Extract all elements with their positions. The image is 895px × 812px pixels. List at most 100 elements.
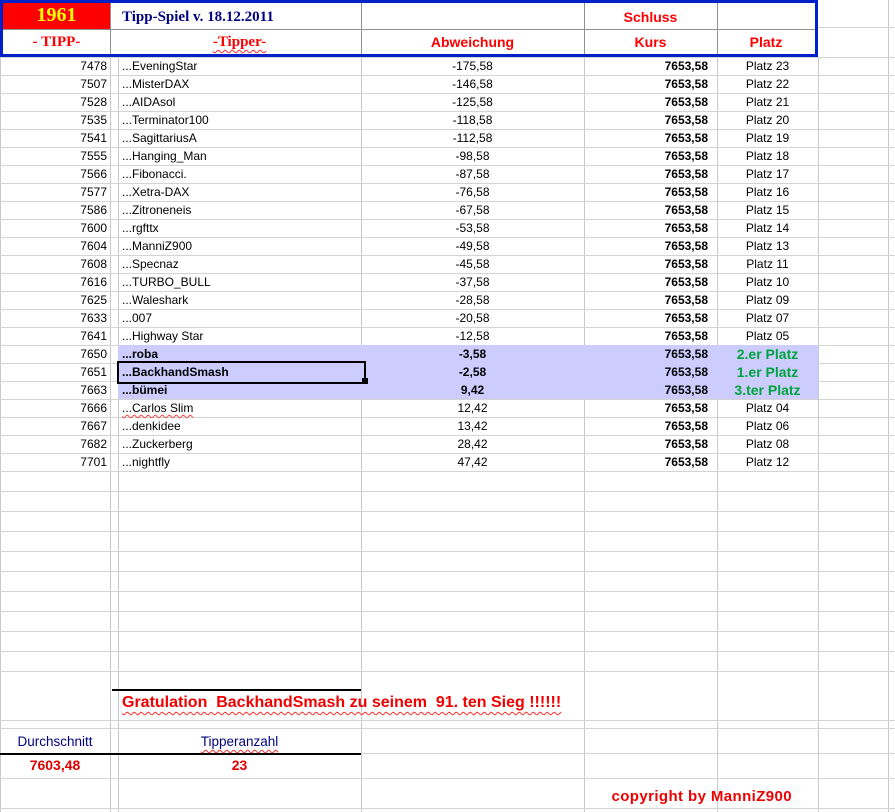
abweichung-cell[interactable]: -125,58 (361, 93, 584, 111)
tipper-cell[interactable]: ...Highway Star (122, 327, 360, 345)
abweichung-cell[interactable]: 47,42 (361, 453, 584, 471)
abweichung-cell[interactable]: 13,42 (361, 417, 584, 435)
abweichung-cell[interactable]: -76,58 (361, 183, 584, 201)
platz-cell[interactable]: Platz 14 (717, 219, 818, 237)
column-header-kurs[interactable]: Kurs (584, 30, 717, 54)
abweichung-cell[interactable]: -45,58 (361, 255, 584, 273)
average-label[interactable]: Durchschnitt (0, 731, 110, 753)
tipper-cell[interactable]: ...007 (122, 309, 360, 327)
tipper-cell[interactable]: ...AIDAsol (122, 93, 360, 111)
abweichung-cell[interactable]: -67,58 (361, 201, 584, 219)
game-number-cell[interactable]: 1961 (3, 3, 110, 29)
kurs-cell[interactable]: 7653,58 (584, 255, 708, 273)
tipp-cell[interactable]: 7566 (0, 165, 107, 183)
platz-cell[interactable]: Platz 23 (717, 57, 818, 75)
kurs-cell[interactable]: 7653,58 (584, 291, 708, 309)
kurs-cell[interactable]: 7653,58 (584, 417, 708, 435)
tipp-cell[interactable]: 7701 (0, 453, 107, 471)
tipper-cell[interactable]: ...EveningStar (122, 57, 360, 75)
kurs-cell[interactable]: 7653,58 (584, 381, 708, 399)
tipp-cell[interactable]: 7577 (0, 183, 107, 201)
kurs-cell[interactable]: 7653,58 (584, 129, 708, 147)
platz-cell[interactable]: Platz 19 (717, 129, 818, 147)
tipp-cell[interactable]: 7586 (0, 201, 107, 219)
tipper-cell[interactable]: ...TURBO_BULL (122, 273, 360, 291)
kurs-cell[interactable]: 7653,58 (584, 75, 708, 93)
kurs-cell[interactable]: 7653,58 (584, 219, 708, 237)
tipper-cell[interactable]: ...Hanging_Man (122, 147, 360, 165)
tipp-cell[interactable]: 7625 (0, 291, 107, 309)
tipper-cell[interactable]: ...Zuckerberg (122, 435, 360, 453)
tipp-cell[interactable]: 7507 (0, 75, 107, 93)
abweichung-cell[interactable]: -112,58 (361, 129, 584, 147)
platz-cell[interactable]: Platz 08 (717, 435, 818, 453)
platz-cell[interactable]: Platz 04 (717, 399, 818, 417)
tipper-cell[interactable]: ...Waleshark (122, 291, 360, 309)
kurs-cell[interactable]: 7653,58 (584, 453, 708, 471)
tipp-cell[interactable]: 7666 (0, 399, 107, 417)
platz-cell[interactable]: Platz 17 (717, 165, 818, 183)
kurs-cell[interactable]: 7653,58 (584, 93, 708, 111)
platz-cell[interactable]: 1.er Platz (717, 363, 818, 381)
game-title[interactable]: Tipp-Spiel v. 18.12.2011 (122, 6, 422, 29)
tipp-cell[interactable]: 7541 (0, 129, 107, 147)
column-header-platz[interactable]: Platz (717, 30, 815, 54)
abweichung-cell[interactable]: -20,58 (361, 309, 584, 327)
tipp-cell[interactable]: 7608 (0, 255, 107, 273)
kurs-cell[interactable]: 7653,58 (584, 273, 708, 291)
column-header-tipp[interactable]: - TIPP- (3, 30, 110, 54)
platz-cell[interactable]: Platz 12 (717, 453, 818, 471)
platz-cell[interactable]: Platz 09 (717, 291, 818, 309)
tipp-cell[interactable]: 7535 (0, 111, 107, 129)
kurs-cell[interactable]: 7653,58 (584, 363, 708, 381)
tipper-cell[interactable]: ...Zitroneneis (122, 201, 360, 219)
abweichung-cell[interactable]: -37,58 (361, 273, 584, 291)
abweichung-cell[interactable]: -28,58 (361, 291, 584, 309)
platz-cell[interactable]: 2.er Platz (717, 345, 818, 363)
tipp-cell[interactable]: 7682 (0, 435, 107, 453)
tipp-cell[interactable]: 7528 (0, 93, 107, 111)
platz-cell[interactable]: Platz 06 (717, 417, 818, 435)
tipp-cell[interactable]: 7555 (0, 147, 107, 165)
tipp-cell[interactable]: 7633 (0, 309, 107, 327)
tipp-cell[interactable]: 7616 (0, 273, 107, 291)
platz-cell[interactable]: Platz 21 (717, 93, 818, 111)
kurs-cell[interactable]: 7653,58 (584, 327, 708, 345)
tipp-cell[interactable]: 7604 (0, 237, 107, 255)
platz-cell[interactable]: Platz 15 (717, 201, 818, 219)
tipp-cell[interactable]: 7651 (0, 363, 107, 381)
abweichung-cell[interactable]: 28,42 (361, 435, 584, 453)
kurs-cell[interactable]: 7653,58 (584, 399, 708, 417)
fill-handle[interactable] (362, 378, 368, 384)
platz-cell[interactable]: Platz 16 (717, 183, 818, 201)
kurs-cell[interactable]: 7653,58 (584, 111, 708, 129)
tipp-cell[interactable]: 7663 (0, 381, 107, 399)
kurs-cell[interactable]: 7653,58 (584, 183, 708, 201)
abweichung-cell[interactable]: -146,58 (361, 75, 584, 93)
tipper-cell[interactable]: ...Terminator100 (122, 111, 360, 129)
average-value[interactable]: 7603,48 (0, 756, 110, 774)
tipper-cell[interactable]: ...Xetra-DAX (122, 183, 360, 201)
tipper-count-label[interactable]: Tipperanzahl (118, 731, 361, 753)
tipper-cell[interactable]: ...SagittariusA (122, 129, 360, 147)
tipp-cell[interactable]: 7667 (0, 417, 107, 435)
abweichung-cell[interactable]: -2,58 (361, 363, 584, 381)
abweichung-cell[interactable]: -3,58 (361, 345, 584, 363)
kurs-cell[interactable]: 7653,58 (584, 345, 708, 363)
column-header-tipper[interactable]: -Tipper- (118, 30, 361, 54)
platz-cell[interactable]: Platz 10 (717, 273, 818, 291)
tipper-cell[interactable]: ...MisterDAX (122, 75, 360, 93)
kurs-cell[interactable]: 7653,58 (584, 237, 708, 255)
abweichung-cell[interactable]: 12,42 (361, 399, 584, 417)
tipper-count-value[interactable]: 23 (118, 756, 361, 774)
abweichung-cell[interactable]: -53,58 (361, 219, 584, 237)
column-header-schluss[interactable]: Schluss (584, 6, 717, 29)
kurs-cell[interactable]: 7653,58 (584, 147, 708, 165)
platz-cell[interactable]: Platz 07 (717, 309, 818, 327)
platz-cell[interactable]: Platz 20 (717, 111, 818, 129)
tipper-cell[interactable]: ...Specnaz (122, 255, 360, 273)
tipp-cell[interactable]: 7641 (0, 327, 107, 345)
abweichung-cell[interactable]: -12,58 (361, 327, 584, 345)
kurs-cell[interactable]: 7653,58 (584, 165, 708, 183)
tipper-cell[interactable]: ...nightfly (122, 453, 360, 471)
